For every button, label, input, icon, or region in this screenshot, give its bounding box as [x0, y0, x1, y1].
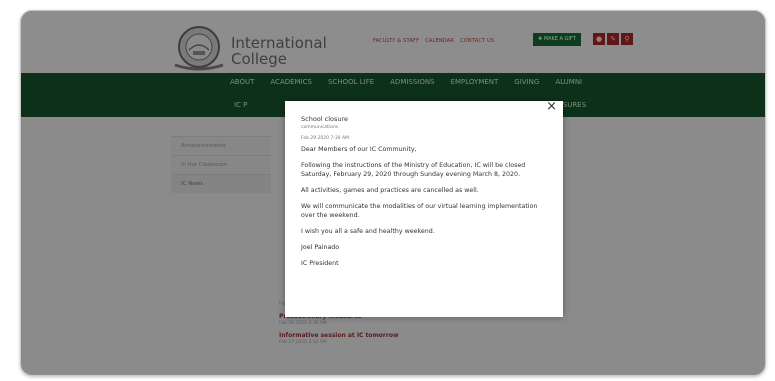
news-title[interactable]: Informative session at IC tomorrow: [279, 332, 399, 339]
modal-paragraph: Following the instructions of the Minist…: [301, 162, 526, 178]
top-utility-links: FACULTY & STAFF CALENDAR CONTACT US: [373, 38, 494, 44]
gift-label: MAKE A GIFT: [543, 36, 576, 42]
main-navigation: ABOUT ACADEMICS SCHOOL LIFE ADMISSIONS E…: [21, 73, 765, 95]
brand-line1: International: [231, 34, 327, 52]
nav-academics[interactable]: ACADEMICS: [270, 78, 312, 86]
nav-employment[interactable]: EMPLOYMENT: [451, 78, 499, 86]
news-category-sidebar: Announcements In the Classroom IC News: [171, 136, 271, 193]
modal-paragraph: Dear Members of our IC Community,: [301, 146, 417, 153]
modal-body: Dear Members of our IC Community, Follow…: [301, 145, 551, 275]
sidebar-item-classroom[interactable]: In the Classroom: [171, 155, 271, 174]
modal-paragraph: We will communicate the modalities of ou…: [301, 203, 538, 219]
brand-line2: College: [231, 50, 287, 68]
modal-paragraph: Joel Painado: [301, 244, 340, 251]
nav-about[interactable]: ABOUT: [230, 78, 254, 86]
nav-admissions[interactable]: ADMISSIONS: [390, 78, 434, 86]
modal-title: School closure: [301, 115, 349, 123]
site-header: International College FACULTY & STAFF CA…: [21, 11, 765, 73]
nav-alumni[interactable]: ALUMNI: [555, 78, 582, 86]
top-link-contact[interactable]: CONTACT US: [460, 38, 494, 44]
modal-paragraph: All activities, games and practices are …: [301, 187, 479, 194]
modal-paragraph: IC President: [301, 260, 339, 267]
make-a-gift-button[interactable]: ✚ MAKE A GIFT: [533, 33, 581, 46]
nav-giving[interactable]: GIVING: [514, 78, 539, 86]
browser-viewport: International College FACULTY & STAFF CA…: [20, 10, 766, 376]
list-item[interactable]: Informative session at IC tomorrow Feb 2…: [279, 332, 399, 345]
user-icon[interactable]: ●: [593, 33, 605, 45]
top-link-faculty[interactable]: FACULTY & STAFF: [373, 38, 419, 44]
modal-category: communications: [301, 125, 339, 130]
translate-icon[interactable]: ✎: [607, 33, 619, 45]
news-date: Feb 27 2020 3:02 PM: [279, 340, 327, 345]
nav-school-life[interactable]: SCHOOL LIFE: [328, 78, 374, 86]
college-logo-icon[interactable]: [171, 25, 227, 73]
sub-nav-left[interactable]: IC P: [234, 101, 247, 109]
brand-name[interactable]: International College: [231, 35, 327, 67]
top-link-calendar[interactable]: CALENDAR: [425, 38, 454, 44]
modal-date: Feb 29 2020 7:30 AM: [301, 136, 349, 141]
sidebar-item-announcements[interactable]: Announcements: [171, 136, 271, 155]
announcement-modal: × School closure communications Feb 29 2…: [285, 99, 563, 317]
search-icon[interactable]: ⚲: [621, 33, 633, 45]
news-date: Feb 28 2020 2:30 PM: [279, 321, 327, 326]
sidebar-item-ic-news[interactable]: IC News: [171, 174, 271, 193]
close-icon[interactable]: ×: [546, 99, 557, 114]
modal-paragraph: I wish you all a safe and healthy weeken…: [301, 228, 435, 235]
